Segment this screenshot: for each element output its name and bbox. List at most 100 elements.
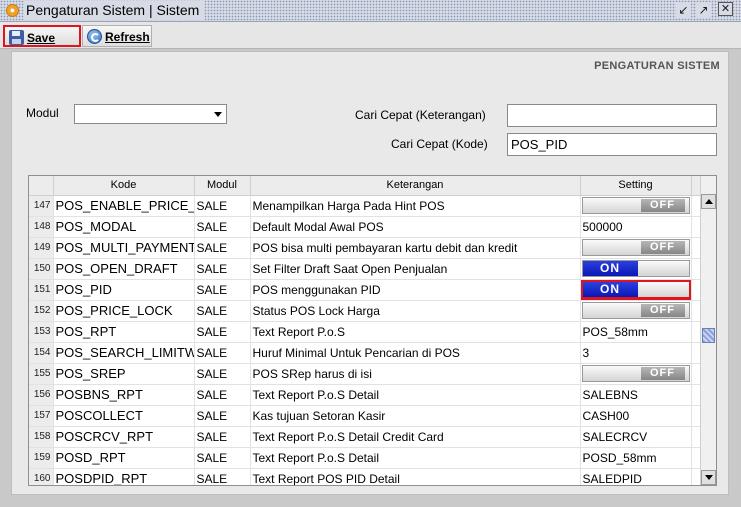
settings-table: Kode Modul Keterangan Setting 147 POS_ENA… [28, 175, 717, 486]
setting-toggle[interactable]: OFF [581, 365, 690, 382]
table-row[interactable]: 159 POSD_RPT SALE Text Report P.o.S Detail P… [29, 447, 702, 469]
setting-value: SALEBNS [582, 387, 638, 402]
setting-value: 500000 [582, 219, 623, 234]
setting-toggle[interactable]: ON [581, 260, 690, 277]
cell-kode: POS_PID [53, 279, 195, 301]
cell-modul: SALE [194, 279, 251, 301]
header-setting[interactable]: Setting [580, 176, 692, 196]
row-number: 151 [29, 279, 54, 301]
scroll-up-button[interactable] [701, 194, 716, 209]
cell-setting[interactable]: POS_58mm [580, 321, 692, 343]
table-row[interactable]: 160 POSDPID_RPT SALE Text Report POS PID De… [29, 468, 702, 485]
row-number: 158 [29, 426, 54, 448]
table-row[interactable]: 156 POSBNS_RPT SALE Text Report P.o.S Detai… [29, 384, 702, 406]
modul-select[interactable] [74, 104, 227, 124]
restore-icon[interactable]: ↙ [676, 2, 691, 18]
cell-modul: SALE [194, 426, 251, 448]
cari-kode-input[interactable]: POS_PID [507, 133, 717, 156]
setting-toggle[interactable]: OFF [581, 302, 690, 319]
settings-panel: PENGATURAN SISTEM Modul Cari Cepat (Kete… [11, 51, 729, 495]
cell-setting[interactable]: OFF [580, 300, 692, 322]
app-icon: ● [6, 4, 19, 17]
setting-toggle[interactable]: OFF [581, 197, 690, 214]
cell-keterangan: POS menggunakan PID [250, 279, 581, 301]
cell-setting[interactable]: CASH00 [580, 405, 692, 427]
table-row[interactable]: 154 POS_SEARCH_LIMITW SALE Huruf Minimal Un… [29, 342, 702, 364]
chevron-down-icon [214, 112, 222, 117]
cell-kode: POS_RPT [53, 321, 195, 343]
cell-kode: POS_ENABLE_PRICE_ [53, 195, 195, 217]
cell-setting[interactable]: SALEDPID [580, 468, 692, 485]
cell-modul: SALE [194, 447, 251, 469]
row-number: 147 [29, 195, 54, 217]
cell-keterangan: Set Filter Draft Saat Open Penjualan [250, 258, 581, 280]
cell-kode: POSCRCV_RPT [53, 426, 195, 448]
setting-toggle[interactable]: ON [580, 279, 690, 299]
maximize-icon[interactable]: ↗ [696, 2, 711, 18]
cell-setting[interactable]: OFF [580, 195, 692, 217]
header-modul[interactable]: Modul [194, 176, 251, 196]
row-number: 156 [29, 384, 54, 406]
scroll-thumb[interactable] [702, 328, 715, 343]
setting-toggle[interactable]: OFF [581, 239, 690, 256]
cell-kode: POS_PRICE_LOCK [53, 300, 195, 322]
cell-setting[interactable]: OFF [580, 363, 692, 385]
header-kode[interactable]: Kode [53, 176, 195, 196]
cari-keterangan-input[interactable] [507, 104, 717, 127]
toggle-on-label: ON [582, 282, 638, 297]
cell-setting[interactable]: ON [580, 258, 692, 280]
toolbar: Save Refresh [0, 22, 741, 49]
cell-kode: POSDPID_RPT [53, 468, 195, 485]
table-row[interactable]: 150 POS_OPEN_DRAFT SALE Set Filter Draft Sa… [29, 258, 702, 280]
cell-modul: SALE [194, 300, 251, 322]
vertical-scrollbar[interactable] [700, 176, 716, 485]
cell-modul: SALE [194, 363, 251, 385]
table-row[interactable]: 149 POS_MULTI_PAYMENT SALE POS bisa multi p… [29, 237, 702, 259]
section-title: PENGATURAN SISTEM [594, 60, 720, 72]
close-icon[interactable]: ✕ [718, 2, 733, 16]
cell-kode: POS_SEARCH_LIMITW [53, 342, 195, 364]
table-row[interactable]: 148 POS_MODAL SALE Default Modal Awal POS 50… [29, 216, 702, 238]
table-row[interactable]: 147 POS_ENABLE_PRICE_ SALE Menampilkan Harg… [29, 195, 702, 217]
cell-keterangan: Huruf Minimal Untuk Pencarian di POS [250, 342, 581, 364]
table-row[interactable]: 155 POS_SREP SALE POS SRep harus di isi OFF [29, 363, 702, 385]
modul-label: Modul [26, 106, 59, 120]
cell-setting[interactable]: 3 [580, 342, 692, 364]
cell-setting[interactable]: SALECRCV [580, 426, 692, 448]
table-row[interactable]: 152 POS_PRICE_LOCK SALE Status POS Lock Har… [29, 300, 702, 322]
toggle-off-label: OFF [640, 199, 685, 212]
cell-modul: SALE [194, 405, 251, 427]
cell-modul: SALE [194, 342, 251, 364]
cell-modul: SALE [194, 321, 251, 343]
table-row[interactable]: 151 POS_PID SALE POS menggunakan PID ON [29, 279, 702, 301]
floppy-disk-icon [9, 30, 24, 45]
cell-keterangan: Text Report P.o.S [250, 321, 581, 343]
cell-keterangan: Text Report POS PID Detail [250, 468, 581, 485]
scroll-down-button[interactable] [701, 470, 716, 485]
table-row[interactable]: 153 POS_RPT SALE Text Report P.o.S POS_58mm [29, 321, 702, 343]
cell-kode: POSD_RPT [53, 447, 195, 469]
cell-kode: POS_MODAL [53, 216, 195, 238]
cell-keterangan: POS bisa multi pembayaran kartu debit da… [250, 237, 581, 259]
cell-setting[interactable]: ON [580, 279, 692, 301]
row-number: 155 [29, 363, 54, 385]
cell-kode: POSBNS_RPT [53, 384, 195, 406]
cell-setting[interactable]: POSD_58mm [580, 447, 692, 469]
setting-value: POS_58mm [582, 324, 648, 339]
table-header-row: Kode Modul Keterangan Setting [29, 176, 702, 196]
table-row[interactable]: 158 POSCRCV_RPT SALE Text Report P.o.S Deta… [29, 426, 702, 448]
cell-setting[interactable]: 500000 [580, 216, 692, 238]
toggle-on-label: ON [582, 261, 638, 276]
header-rownum [29, 176, 54, 196]
row-number: 154 [29, 342, 54, 364]
cell-setting[interactable]: OFF [580, 237, 692, 259]
save-button-label: Save [27, 31, 56, 45]
refresh-button[interactable]: Refresh [82, 25, 152, 47]
cell-keterangan: Text Report P.o.S Detail [250, 384, 581, 406]
cell-modul: SALE [194, 237, 251, 259]
save-button[interactable]: Save [3, 25, 81, 47]
header-keterangan[interactable]: Keterangan [250, 176, 581, 196]
row-number: 148 [29, 216, 54, 238]
cell-setting[interactable]: SALEBNS [580, 384, 692, 406]
table-row[interactable]: 157 POSCOLLECT SALE Kas tujuan Setoran Kasi… [29, 405, 702, 427]
